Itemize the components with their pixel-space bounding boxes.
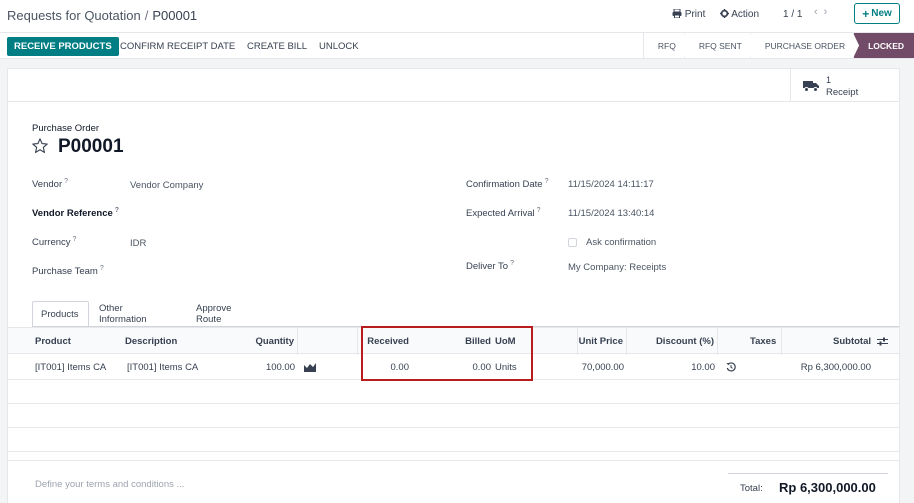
new-button[interactable]: + New (854, 3, 900, 24)
col-received[interactable]: Received (358, 328, 412, 355)
deliver-to-label: Deliver To? (466, 260, 514, 273)
expected-arrival-label: Expected Arrival? (466, 207, 541, 220)
breadcrumb-parent[interactable]: Requests for Quotation (7, 8, 141, 23)
order-lines-header: Product Description Quantity Received Bi… (8, 327, 899, 355)
help-icon: ? (510, 260, 514, 267)
expected-arrival-field[interactable]: 11/15/2024 13:40:14 (568, 208, 654, 219)
tab-approve-route[interactable]: Approve Route (188, 301, 239, 327)
receipt-smart-button[interactable]: 1 Receipt (790, 69, 900, 102)
stage-purchase-order[interactable]: PURCHASE ORDER (750, 33, 857, 58)
chevron-left-icon[interactable]: ‹ (814, 6, 824, 18)
unlock-button[interactable]: UNLOCK (319, 41, 359, 52)
cell-received[interactable]: 0.00 (358, 354, 412, 380)
col-description[interactable]: Description (122, 328, 242, 355)
gear-icon (720, 9, 729, 18)
confirm-receipt-date-button[interactable]: CONFIRM RECEIPT DATE (120, 41, 235, 52)
truck-icon (803, 81, 819, 92)
ask-confirmation-label: Ask confirmation (586, 237, 657, 248)
col-forecast (298, 328, 358, 355)
currency-field[interactable]: IDR (130, 238, 146, 249)
stage-rfq[interactable]: RFQ (643, 33, 688, 58)
receipt-label: Receipt (826, 87, 859, 98)
col-discount[interactable]: Discount (%) (627, 328, 718, 355)
help-icon: ? (99, 265, 104, 272)
action-label: Action (731, 9, 760, 20)
print-label: Print (684, 9, 706, 20)
deliver-to-field[interactable]: My Company: Receipts (568, 262, 666, 273)
receipt-count: 1 (826, 75, 832, 85)
col-product[interactable]: Product (32, 328, 122, 355)
total-label: Total: (740, 483, 763, 494)
print-button[interactable]: Print (672, 8, 706, 20)
purchase-team-label: Purchase Team? (32, 265, 104, 278)
footer-divider (8, 460, 899, 461)
po-number: P00001 (58, 136, 124, 157)
forecast-chart-icon[interactable] (304, 362, 316, 372)
printer-icon (672, 8, 682, 19)
breadcrumb-separator: / (144, 8, 149, 23)
new-label: New (871, 8, 892, 19)
help-icon: ? (72, 236, 77, 243)
form-sheet: 1 Receipt Purchase Order P00001 Vendor? … (7, 68, 900, 503)
history-icon[interactable] (726, 362, 736, 372)
cell-uom[interactable]: Units (492, 354, 578, 380)
ask-confirmation-checkbox[interactable] (568, 238, 577, 247)
tab-products[interactable]: Products (32, 301, 89, 327)
col-quantity[interactable]: Quantity (242, 328, 298, 355)
cell-taxes[interactable] (750, 354, 782, 380)
total-value: Rp 6,300,000.00 (779, 480, 876, 495)
breadcrumb: Requests for Quotation / P00001 (7, 8, 197, 23)
empty-row (8, 404, 899, 428)
vendor-field[interactable]: Vendor Company (130, 180, 203, 191)
tab-other-information[interactable]: Other Information (91, 301, 155, 327)
help-icon: ? (544, 178, 549, 185)
record-type-label: Purchase Order (32, 123, 100, 134)
cell-subtotal: Rp 6,300,000.00 (800, 361, 871, 373)
help-icon: ? (114, 207, 120, 214)
cell-discount[interactable]: 10.00 (627, 354, 718, 380)
col-taxes[interactable]: Taxes (718, 328, 782, 355)
total-summary: Total: Rp 6,300,000.00 (728, 473, 888, 503)
stage-rfq-sent[interactable]: RFQ SENT (684, 33, 754, 58)
cell-unit-price[interactable]: 70,000.00 (578, 354, 627, 380)
pager-arrows: ‹› (814, 6, 833, 18)
cell-billed[interactable]: 0.00 (412, 354, 494, 380)
cell-quantity[interactable]: 100.00 (242, 354, 298, 380)
vendor-label: Vendor? (32, 178, 69, 191)
col-billed[interactable]: Billed (412, 328, 494, 355)
terms-and-conditions-input[interactable]: Define your terms and conditions ... (35, 479, 184, 490)
help-icon: ? (64, 178, 69, 185)
action-button[interactable]: Action (720, 9, 759, 20)
currency-label: Currency? (32, 236, 77, 249)
column-settings-icon[interactable] (877, 337, 888, 346)
cell-product[interactable]: [IT001] Items CA (32, 354, 122, 380)
stage-locked[interactable]: LOCKED (853, 33, 914, 58)
cell-description[interactable]: [IT001] Items CA (124, 354, 244, 380)
star-icon[interactable] (31, 137, 49, 155)
chevron-right-icon[interactable]: › (824, 6, 834, 18)
create-bill-button[interactable]: CREATE BILL (247, 41, 307, 52)
breadcrumb-current: P00001 (152, 8, 198, 23)
empty-row (8, 380, 899, 404)
col-subtotal[interactable]: Subtotal (782, 328, 874, 355)
status-stages: RFQ RFQ SENT PURCHASE ORDER LOCKED (643, 33, 914, 58)
confirmation-date-label: Confirmation Date? (466, 178, 549, 191)
receive-products-button[interactable]: RECEIVE PRODUCTS (7, 37, 119, 56)
confirmation-date-field[interactable]: 11/15/2024 14:11:17 (568, 179, 654, 190)
col-unit-price[interactable]: Unit Price (578, 328, 627, 355)
control-panel: Requests for Quotation / P00001 Print Acti… (0, 0, 914, 32)
smart-button-bar: 1 Receipt (8, 69, 899, 102)
plus-icon: + (862, 6, 870, 21)
help-icon: ? (536, 207, 541, 214)
pager-value[interactable]: 1 / 1 (783, 9, 802, 20)
form-statusbar: RECEIVE PRODUCTS CONFIRM RECEIPT DATE CR… (0, 32, 914, 59)
vendor-reference-label: Vendor Reference? (32, 207, 120, 220)
empty-row (8, 428, 899, 452)
table-row[interactable]: [IT001] Items CA [IT001] Items CA 100.00… (8, 354, 899, 380)
col-uom[interactable]: UoM (492, 328, 578, 355)
